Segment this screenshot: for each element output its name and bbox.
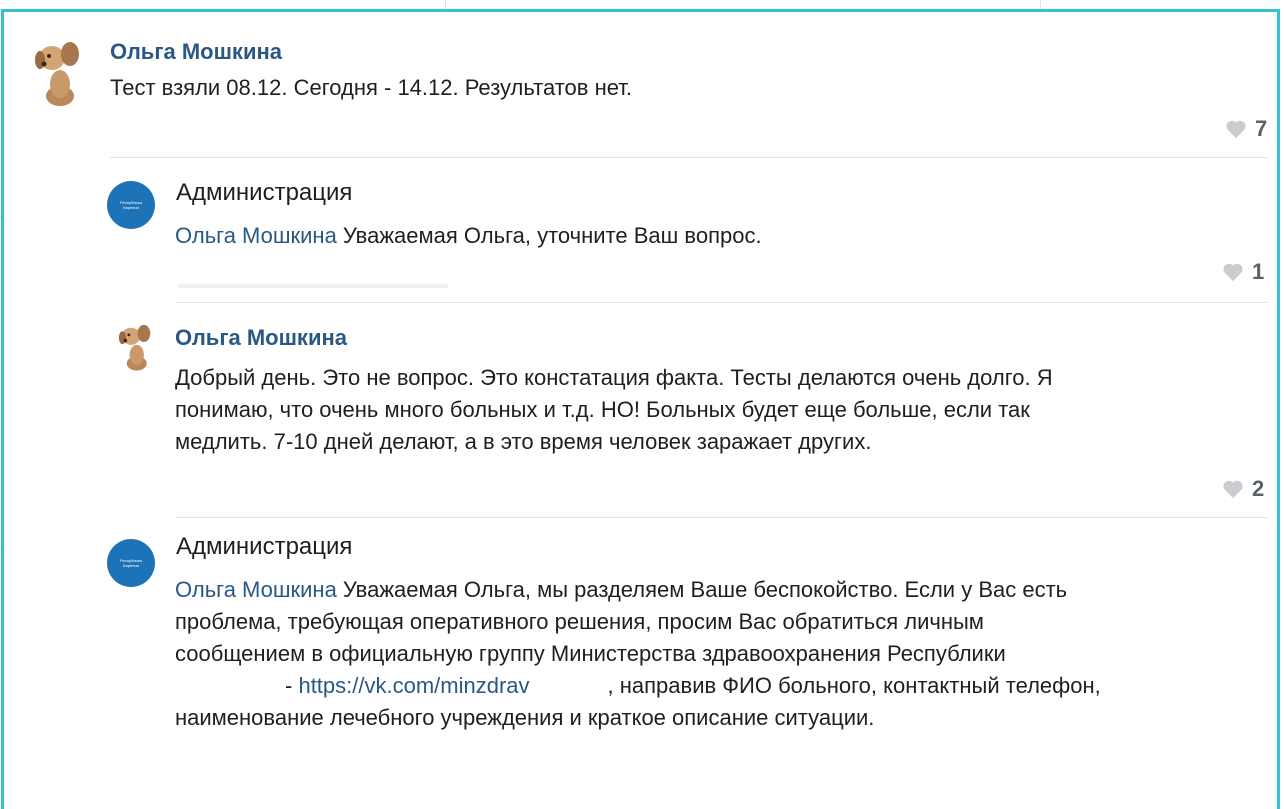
heart-icon [1223,480,1243,499]
external-link[interactable]: https://vk.com/minzdrav [298,673,529,698]
comment-line: - https://vk.com/minzdrav , направив ФИО … [175,670,1275,702]
comment-author[interactable]: Администрация [176,533,352,561]
comment-text: Тест взяли 08.12. Сегодня - 14.12. Резул… [110,75,632,100]
puppy-avatar-icon[interactable] [30,38,88,108]
comment-body: Уважаемая Ольга, уточните Ваш вопрос. [336,223,762,248]
comment-author[interactable]: Ольга Мошкина [175,325,347,351]
comment-author[interactable]: Ольга Мошкина [110,39,282,65]
comment-line: сообщением в официальную группу Министер… [175,641,1006,666]
comment-line: медлить. 7-10 дней делают, а в это время… [175,429,872,454]
comment-separator [110,157,1268,158]
comment-line: проблема, требующая оперативного решения… [175,609,984,634]
comment-body: , направив ФИО больного, контактный теле… [607,673,1101,698]
comment-line: Ольга Мошкина Уважаемая Ольга, мы раздел… [175,574,1275,606]
comment-author[interactable]: Администрация [176,179,352,207]
comment-body: Уважаемая Ольга, мы разделяем Ваше беспо… [336,577,1068,602]
like-button[interactable]: 2 [1222,476,1264,502]
admin-logo-icon[interactable]: Республика Карелия [107,181,155,229]
puppy-avatar-icon[interactable] [115,322,157,372]
comment-body: - [285,673,299,698]
admin-logo-icon[interactable]: Республика Карелия [107,539,155,587]
comment-separator [175,517,1268,518]
comment-text: Ольга Мошкина Уважаемая Ольга, мы раздел… [175,574,1275,734]
like-button[interactable]: 7 [1225,116,1267,142]
comment-text: Добрый день. Это не вопрос. Это констата… [175,362,1265,458]
mention-link[interactable]: Ольга Мошкина [175,577,337,602]
comment-separator [175,302,1268,303]
comment-line: наименование лечебного учреждения и крат… [175,705,875,730]
like-count: 1 [1252,259,1265,284]
blurred-text [178,284,448,288]
comment-line: Добрый день. Это не вопрос. Это констата… [175,365,1053,390]
comment-text: Ольга Мошкина Уважаемая Ольга, уточните … [175,220,762,252]
comment-line: понимаю, что очень много больных и т.д. … [175,397,1030,422]
mention-link[interactable]: Ольга Мошкина [175,223,337,248]
top-divider [445,0,446,9]
top-divider [1040,0,1041,9]
like-button[interactable]: 1 [1222,259,1264,285]
heart-icon [1226,120,1246,139]
like-count: 7 [1255,116,1268,141]
like-count: 2 [1252,476,1265,501]
heart-icon [1223,263,1243,282]
